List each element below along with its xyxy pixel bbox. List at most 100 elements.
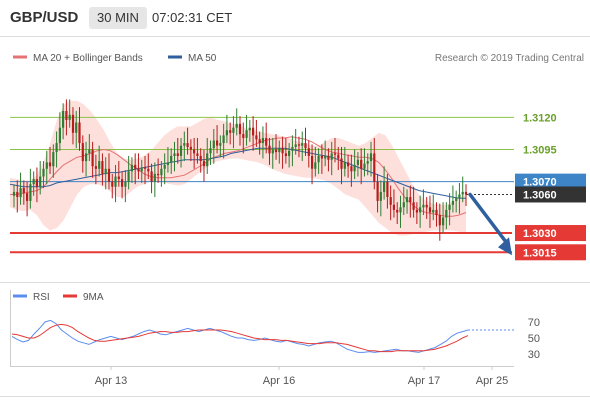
candle-body	[45, 162, 48, 169]
candle-body	[311, 155, 314, 169]
candle-body	[124, 181, 127, 187]
candle-body	[85, 153, 88, 162]
candle-body	[347, 162, 350, 167]
candle-body	[29, 184, 32, 201]
candle-body	[238, 123, 242, 135]
candle-body	[209, 148, 212, 154]
candle-body	[274, 149, 278, 153]
candle-body	[451, 200, 454, 205]
candle-body	[379, 191, 382, 201]
time-tick-label: Apr 17	[408, 375, 440, 387]
candle-body	[150, 171, 153, 182]
candle-body	[422, 204, 425, 208]
forecast-arrow-shaft	[468, 192, 509, 246]
rsi-layer: 70 50 30	[11, 317, 540, 361]
candle-body	[62, 111, 65, 128]
candle-body	[245, 130, 248, 138]
rsi-legend: RSI 9MA	[13, 292, 104, 303]
rsi-legend-label: RSI	[33, 292, 50, 303]
candle-body	[130, 164, 133, 172]
candle-body	[216, 140, 219, 146]
candle-body	[179, 145, 183, 156]
candle-body	[268, 145, 271, 154]
candle-body	[350, 166, 353, 172]
candle-body	[255, 135, 258, 140]
candle-body	[314, 162, 317, 169]
candle-body	[297, 144, 301, 146]
candle-body	[399, 207, 402, 213]
candle-body	[288, 150, 291, 156]
candle-body	[271, 149, 274, 154]
candle-body	[189, 146, 192, 150]
candle-body	[353, 164, 356, 172]
candle-body	[19, 188, 22, 198]
candle-body	[458, 194, 461, 199]
candle-body	[448, 204, 451, 210]
candle-body	[278, 148, 281, 153]
candle-body	[55, 143, 58, 153]
candle-body	[88, 149, 91, 154]
candle-body	[442, 217, 445, 226]
source-credit: Research © 2019 Trading Central	[435, 53, 584, 64]
timeframe-button[interactable]: 30 MIN	[89, 7, 147, 29]
candle-body	[78, 122, 81, 144]
candle-body	[383, 181, 386, 192]
time-tick-label: Apr 16	[263, 375, 295, 387]
candle-body	[81, 143, 84, 162]
candle-body	[107, 168, 111, 182]
candle-body	[186, 143, 189, 147]
candle-body	[202, 161, 206, 167]
candle-body	[193, 149, 196, 154]
candle-body	[196, 153, 199, 156]
candle-body	[294, 144, 297, 147]
rsi-tick-label: 50	[528, 333, 540, 345]
ma50-legend-label: MA 50	[188, 53, 217, 64]
candle-body	[58, 127, 61, 144]
candle-body	[219, 143, 222, 146]
candle-body	[419, 207, 422, 213]
candle-body	[412, 202, 415, 210]
candle-body	[160, 168, 163, 176]
candle-body	[445, 209, 448, 218]
candle-body	[402, 202, 405, 208]
clock-time: 07:02:31 CET	[152, 10, 233, 25]
candle-body	[12, 191, 16, 196]
candle-body	[35, 179, 38, 187]
candle-body	[432, 209, 435, 213]
candle-body	[464, 191, 468, 195]
candle-body	[143, 167, 147, 169]
candle-body	[111, 181, 114, 187]
candle-body	[140, 167, 143, 172]
candle-body	[229, 130, 232, 133]
level-label: 1.3060	[523, 189, 557, 201]
candle-body	[438, 215, 441, 226]
candle-body	[206, 153, 209, 167]
candle-body	[396, 209, 399, 213]
candle-body	[392, 204, 395, 210]
level-label: 1.3120	[523, 112, 557, 124]
main-legend: MA 20 + Bollinger Bands MA 50 Research ©…	[13, 53, 584, 64]
rsi-tick-label: 70	[528, 317, 540, 329]
candle-body	[22, 188, 25, 194]
ma20-legend-label: MA 20 + Bollinger Bands	[33, 53, 143, 64]
chart-header: GBP/USD 30 MIN 07:02:31 CET	[0, 0, 590, 36]
candle-body	[147, 168, 150, 172]
candle-body	[376, 181, 379, 201]
instrument-title: GBP/USD	[10, 9, 79, 26]
rsi-line	[11, 319, 469, 353]
candle-body	[307, 148, 310, 156]
candle-body	[356, 159, 359, 165]
candle-body	[461, 191, 464, 195]
candle-body	[52, 152, 55, 167]
time-tick-label: Apr 13	[95, 375, 127, 387]
candle-body	[333, 153, 337, 155]
candle-body	[425, 204, 428, 208]
candle-body	[117, 176, 120, 180]
candle-body	[337, 154, 340, 159]
candle-body	[369, 153, 373, 162]
price-chart: MA 20 + Bollinger Bands MA 50 Research ©…	[0, 36, 590, 397]
candle-body	[373, 153, 376, 182]
candle-body	[389, 197, 392, 205]
level-label: 1.3015	[523, 247, 557, 259]
candle-body	[71, 114, 75, 133]
